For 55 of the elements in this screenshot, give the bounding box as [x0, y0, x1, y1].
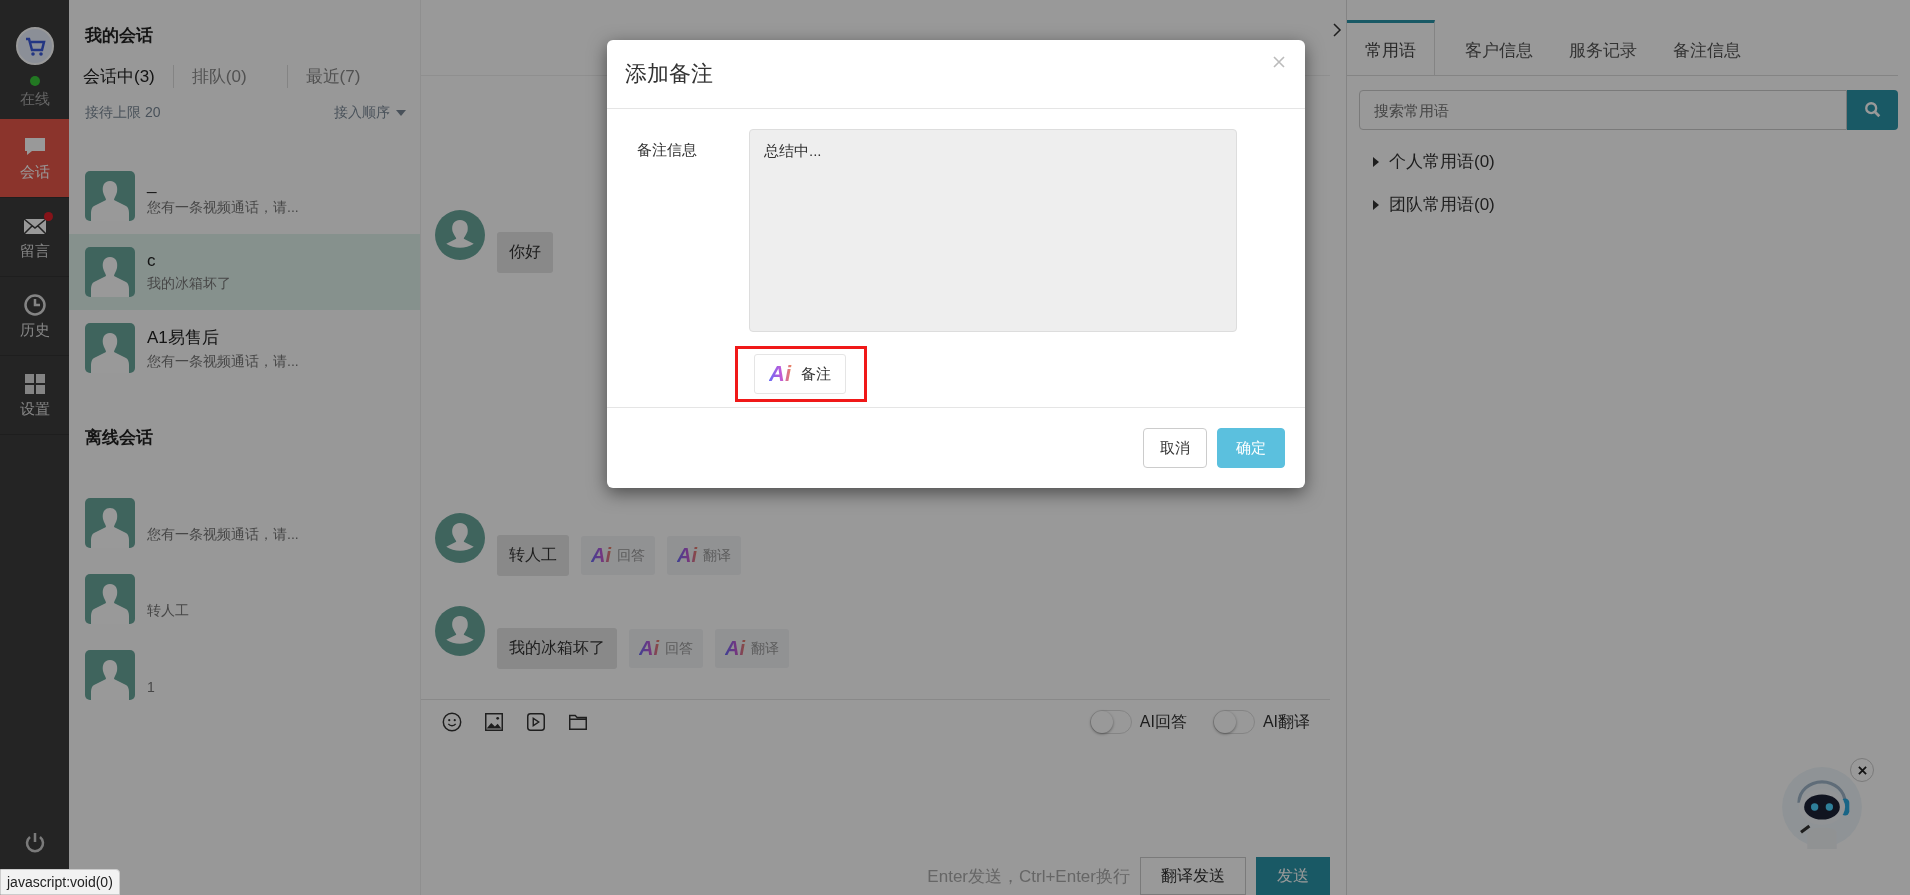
image-icon[interactable]: [483, 711, 505, 733]
conversation-item[interactable]: 转人工: [69, 561, 420, 637]
search-icon: [1863, 101, 1882, 119]
limit-label: 接待上限 20: [85, 104, 161, 122]
tree-group[interactable]: 个人常用语(0): [1373, 150, 1495, 173]
conversation-item[interactable]: 您有一条视频通话，请...: [69, 485, 420, 561]
tab[interactable]: 服务记录: [1551, 20, 1655, 75]
cart-logo-icon: [14, 26, 55, 66]
avatar-icon: [85, 574, 135, 624]
status-label: 在线: [19, 90, 50, 109]
sort-dropdown[interactable]: 接入顺序: [334, 104, 406, 122]
tab[interactable]: 最近(7): [305, 65, 379, 88]
clock-icon: [22, 292, 47, 317]
conversation-item[interactable]: _ 您有一条视频通话，请...: [69, 158, 420, 234]
conversation-item[interactable]: c 我的冰箱坏了: [69, 234, 420, 310]
avatar-icon: [85, 498, 135, 548]
emoji-icon[interactable]: [441, 711, 463, 733]
send-button[interactable]: 发送: [1256, 857, 1330, 895]
search-field[interactable]: 搜索常用语: [1359, 90, 1847, 130]
field-label: 备注信息: [637, 141, 697, 160]
avatar-icon: [85, 171, 135, 221]
search-button[interactable]: [1847, 90, 1898, 130]
note-field[interactable]: 总结中...: [749, 129, 1237, 332]
chevron-right-icon[interactable]: [1332, 22, 1342, 38]
tab[interactable]: 会话中(3): [83, 65, 174, 88]
section-title: 我的会话: [85, 25, 154, 47]
avatar-icon: [85, 650, 135, 700]
conversation-item[interactable]: A1易售后 您有一条视频通话，请...: [69, 310, 420, 386]
translate-send-button[interactable]: 翻译发送: [1140, 857, 1246, 895]
toggle-switch[interactable]: [1212, 710, 1255, 734]
toggle-label: AI翻译: [1262, 711, 1310, 732]
tree-group[interactable]: 团队常用语(0): [1373, 193, 1495, 216]
avatar-icon: [85, 247, 135, 297]
avatar-icon: [85, 323, 135, 373]
ai-note-button[interactable]: Ai 备注: [754, 354, 846, 394]
avatar-icon: [435, 606, 485, 656]
cancel-button[interactable]: 取消: [1143, 428, 1207, 468]
tab[interactable]: 备注信息: [1655, 20, 1759, 75]
toggle-label: AI回答: [1139, 711, 1187, 732]
message-bubble: 你好: [497, 232, 553, 273]
dialog-title: 添加备注: [625, 60, 713, 88]
conversation-item[interactable]: 1: [69, 637, 420, 713]
message-bubble: 转人工: [497, 535, 569, 576]
tab[interactable]: 客户信息: [1447, 20, 1551, 75]
avatar-icon: [435, 513, 485, 563]
section-title: 离线会话: [85, 427, 154, 449]
tab[interactable]: 常用语: [1347, 20, 1435, 75]
tab[interactable]: 排队(0): [191, 65, 288, 88]
nav-item[interactable]: 会话: [0, 119, 69, 198]
toggle-switch[interactable]: [1089, 710, 1132, 734]
grid-icon: [22, 371, 47, 396]
status-tooltip: javascript:void(0): [0, 869, 120, 895]
message-bubble: 我的冰箱坏了: [497, 628, 617, 669]
video-icon[interactable]: [525, 711, 547, 733]
avatar-icon: [435, 210, 485, 260]
